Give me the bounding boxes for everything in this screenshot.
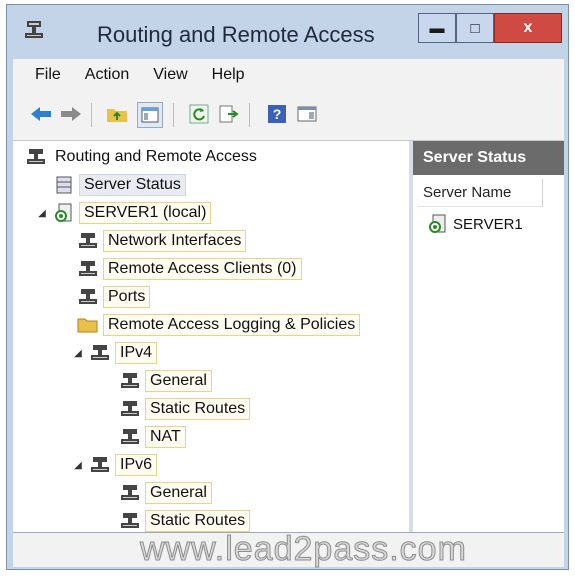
nat-icon xyxy=(119,426,141,448)
general-icon xyxy=(119,370,141,392)
tree-item-server1[interactable]: SERVER1 (local) xyxy=(53,201,212,225)
tree-label: IPv6 xyxy=(115,454,158,476)
tree-label: General xyxy=(145,482,212,504)
minimize-button[interactable]: ▬ xyxy=(418,13,456,43)
ipv4-icon xyxy=(89,342,111,364)
tree-item-ipv6[interactable]: IPv6 xyxy=(89,453,158,477)
watermark: www.lead2pass.com xyxy=(140,530,467,569)
menu-view[interactable]: View xyxy=(141,66,199,84)
menu-bar: File Action View Help xyxy=(13,59,564,91)
toolbar-separator xyxy=(91,103,92,127)
svg-text:?: ? xyxy=(273,106,282,122)
general-icon xyxy=(119,482,141,504)
collapse-triangle-icon[interactable]: ◢ xyxy=(37,208,47,219)
tree-label: Network Interfaces xyxy=(103,230,247,252)
tree-label: Static Routes xyxy=(145,510,251,532)
title-bar: Routing and Remote Access ▬ □ x xyxy=(7,5,568,57)
back-arrow-icon[interactable] xyxy=(29,102,53,126)
list-item[interactable]: SERVER1 xyxy=(427,213,523,235)
tree-item-ipv4-nat[interactable]: NAT xyxy=(119,425,186,449)
ipv6-icon xyxy=(89,454,111,476)
refresh-icon[interactable] xyxy=(187,102,211,126)
tree-item-ipv4-static-routes[interactable]: Static Routes xyxy=(119,397,251,421)
tree-label: Routing and Remote Access xyxy=(55,148,257,165)
toolbar-separator xyxy=(249,103,250,127)
menu-action[interactable]: Action xyxy=(73,66,141,84)
forward-arrow-icon[interactable] xyxy=(59,102,83,126)
rras-app-icon xyxy=(23,19,45,41)
minimize-icon: ▬ xyxy=(429,19,445,37)
toolbar: ? xyxy=(13,91,564,141)
folder-icon xyxy=(77,314,99,336)
tree-item-ports[interactable]: Ports xyxy=(77,285,151,309)
tree-item-routing-remote-access[interactable]: Routing and Remote Access xyxy=(25,145,261,169)
tree-item-logging-policies[interactable]: Remote Access Logging & Policies xyxy=(77,313,361,337)
maximize-button[interactable]: □ xyxy=(456,13,494,43)
show-hide-action-pane-icon[interactable] xyxy=(295,102,319,126)
server-running-icon xyxy=(53,202,75,224)
network-interfaces-icon xyxy=(77,230,99,252)
tree-label: NAT xyxy=(145,426,186,448)
menu-help[interactable]: Help xyxy=(200,66,257,84)
details-pane: Server Status Server Name SERVER1 xyxy=(413,141,564,532)
tree-label: IPv4 xyxy=(115,342,158,364)
tree-item-ipv4[interactable]: IPv4 xyxy=(89,341,158,365)
help-icon[interactable]: ? xyxy=(265,102,289,126)
tree-label: Ports xyxy=(103,286,151,308)
close-icon: x xyxy=(523,19,533,36)
server-name-cell: SERVER1 xyxy=(453,215,523,233)
static-routes-icon xyxy=(119,398,141,420)
server-status-icon xyxy=(53,174,75,196)
collapse-triangle-icon[interactable]: ◢ xyxy=(73,460,83,471)
tree-item-remote-access-clients[interactable]: Remote Access Clients (0) xyxy=(77,257,302,281)
tree-label: General xyxy=(145,370,212,392)
rras-icon xyxy=(25,146,47,168)
tree-item-network-interfaces[interactable]: Network Interfaces xyxy=(77,229,247,253)
tree-label: Static Routes xyxy=(145,398,251,420)
static-routes-icon xyxy=(119,510,141,532)
window-title: Routing and Remote Access xyxy=(97,22,375,47)
tree-label: Remote Access Logging & Policies xyxy=(103,314,361,336)
remote-access-clients-icon xyxy=(77,258,99,280)
up-folder-icon[interactable] xyxy=(105,102,129,126)
show-hide-console-tree-icon[interactable] xyxy=(137,102,163,128)
server-running-icon xyxy=(427,213,449,235)
rras-window: Routing and Remote Access ▬ □ x File Act… xyxy=(6,4,569,570)
console-tree: Routing and Remote Access Server Status … xyxy=(13,141,409,532)
console-content: Routing and Remote Access Server Status … xyxy=(13,141,564,533)
maximize-icon: □ xyxy=(470,19,480,37)
column-header-server-name[interactable]: Server Name xyxy=(417,179,543,207)
tree-label: Server Status xyxy=(79,174,186,196)
tree-label: SERVER1 (local) xyxy=(79,202,212,224)
menu-file[interactable]: File xyxy=(13,66,73,84)
toolbar-separator xyxy=(173,103,174,127)
tree-label: Remote Access Clients (0) xyxy=(103,258,302,280)
collapse-triangle-icon[interactable]: ◢ xyxy=(73,348,83,359)
tree-item-ipv4-general[interactable]: General xyxy=(119,369,212,393)
details-pane-header: Server Status xyxy=(413,141,564,175)
tree-item-ipv6-general[interactable]: General xyxy=(119,481,212,505)
export-list-icon[interactable] xyxy=(217,102,241,126)
tree-item-server-status[interactable]: Server Status xyxy=(53,173,186,197)
close-button[interactable]: x xyxy=(494,13,562,43)
ports-icon xyxy=(77,286,99,308)
